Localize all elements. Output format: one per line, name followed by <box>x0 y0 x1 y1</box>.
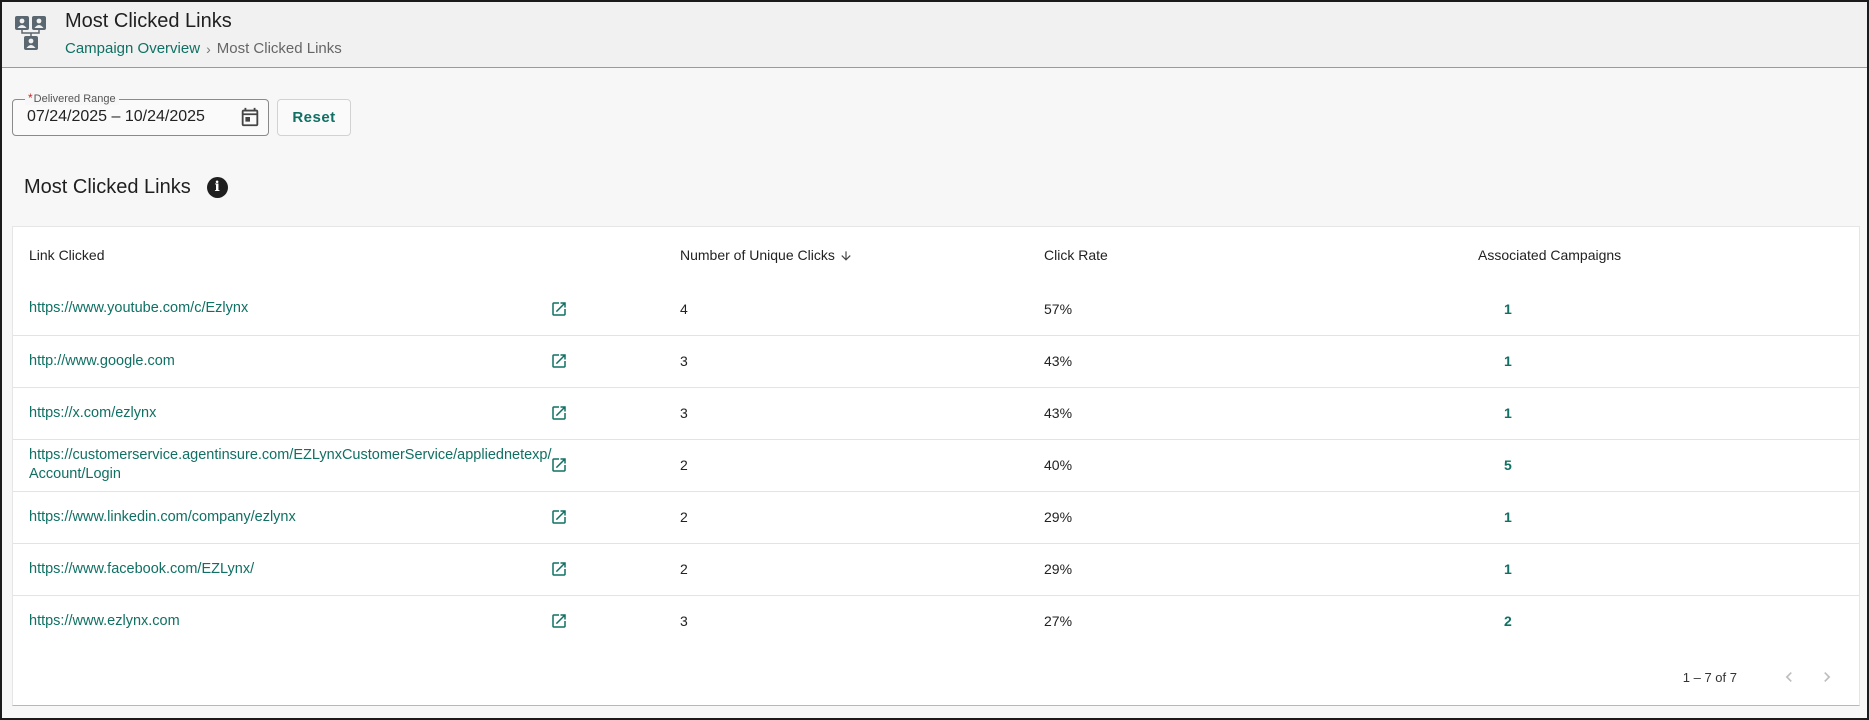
table-body: https://www.youtube.com/c/Ezlynx 4 57% 1 htt… <box>13 283 1859 647</box>
unique-clicks-cell: 3 <box>680 386 1044 439</box>
unique-clicks-cell: 4 <box>680 300 688 317</box>
open-in-new-icon[interactable] <box>550 300 568 318</box>
column-header-campaigns: Associated Campaigns <box>1478 247 1622 263</box>
open-link-cell <box>550 594 680 647</box>
link-url[interactable]: http://www.google.com <box>29 352 550 371</box>
table-row: https://www.youtube.com/c/Ezlynx 4 57% 1 <box>13 283 1859 335</box>
open-link-cell <box>550 283 680 335</box>
open-link-cell <box>550 438 680 491</box>
link-cell: https://www.youtube.com/c/Ezlynx <box>13 283 550 335</box>
campaigns-cell: 1 <box>1478 542 1859 595</box>
delivered-range-value[interactable]: 07/24/2025 – 10/24/2025 <box>27 108 205 126</box>
link-url[interactable]: https://www.youtube.com/c/Ezlynx <box>29 299 550 318</box>
click-rate-cell: 43% <box>1044 386 1478 439</box>
link-cell: https://customerservice.agentinsure.com/… <box>13 438 552 491</box>
app-frame: Most Clicked Links Campaign Overview › M… <box>0 0 1869 720</box>
open-in-new-icon[interactable] <box>550 612 568 630</box>
table-row: https://www.facebook.com/EZLynx/2 29% 1 <box>13 542 1859 595</box>
unique-clicks-cell: 2 <box>680 438 1044 491</box>
table-row: http://www.google.com 3 43% 1 <box>13 334 1859 387</box>
click-rate-cell: 29% <box>1044 542 1478 595</box>
click-rate-cell: 27% <box>1044 594 1478 647</box>
unique-clicks-cell: 3 <box>680 594 1044 647</box>
campaigns-cell: 1 <box>1478 490 1859 543</box>
table-row: https://www.linkedin.com/company/ezlynx 2… <box>13 490 1859 543</box>
link-cell: https://www.ezlynx.com <box>13 594 550 647</box>
required-marker: * <box>28 91 33 105</box>
open-in-new-icon[interactable] <box>550 456 568 474</box>
open-link-cell <box>550 334 680 387</box>
open-in-new-icon[interactable] <box>550 404 568 422</box>
click-rate-cell: 40% <box>1044 438 1478 491</box>
unique-clicks-cell: 2 <box>680 490 1044 543</box>
associated-campaigns-link[interactable]: 1 <box>1478 509 1859 525</box>
column-header-spacer <box>550 227 680 283</box>
associated-campaigns-link[interactable]: 1 <box>1478 561 1859 577</box>
table-row: https://x.com/ezlynx 3 43% 1 <box>13 386 1859 439</box>
link-cell: https://www.linkedin.com/company/ezlynx <box>13 490 550 543</box>
associated-campaigns-link[interactable]: 1 <box>1478 405 1859 421</box>
chevron-right-icon[interactable] <box>1817 667 1837 687</box>
campaigns-cell: 1 <box>1478 334 1859 387</box>
arrow-down-icon[interactable] <box>839 249 853 263</box>
unique-clicks-cell: 3 <box>680 334 1044 387</box>
open-in-new-icon[interactable] <box>550 560 568 578</box>
associated-campaigns-link[interactable]: 2 <box>1478 613 1859 629</box>
reset-button[interactable]: Reset <box>277 99 351 136</box>
delivered-range-label: *Delivered Range <box>25 91 119 105</box>
table-row: https://customerservice.agentinsure.com/… <box>13 438 1859 491</box>
links-table: Link Clicked Number of Unique Clicks Cli… <box>13 227 1859 647</box>
open-link-cell <box>550 386 680 439</box>
table-header-row: Link Clicked Number of Unique Clicks Cli… <box>13 227 1859 283</box>
unique-clicks-cell: 2 <box>680 542 1044 595</box>
column-header-clicks[interactable]: Number of Unique Clicks <box>680 227 1044 283</box>
link-cell: http://www.google.com <box>13 334 550 387</box>
link-cell: https://www.facebook.com/EZLynx/ <box>13 542 550 595</box>
column-header-rate: Click Rate <box>1044 247 1108 263</box>
section-title: Most Clicked Links <box>24 176 191 198</box>
breadcrumb: Campaign Overview › Most Clicked Links <box>65 40 342 57</box>
associated-campaigns-link[interactable]: 1 <box>1478 353 1859 369</box>
paginator-range: 1 – 7 of 7 <box>1682 669 1737 685</box>
info-icon[interactable]: i <box>206 177 228 198</box>
table-row: https://www.ezlynx.com 3 27% 2 <box>13 594 1859 647</box>
link-url[interactable]: https://www.facebook.com/EZLynx/ <box>29 560 550 579</box>
chevron-left-icon[interactable] <box>1779 667 1799 687</box>
link-url[interactable]: https://www.linkedin.com/company/ezlynx <box>29 508 550 527</box>
click-rate-cell: 43% <box>1044 334 1478 387</box>
breadcrumb-current: Most Clicked Links <box>216 40 342 57</box>
contacts-network-icon <box>15 16 46 50</box>
breadcrumb-campaign-overview[interactable]: Campaign Overview <box>65 40 200 57</box>
link-url[interactable]: https://www.ezlynx.com <box>29 612 550 631</box>
open-link-cell <box>550 542 680 595</box>
open-in-new-icon[interactable] <box>550 352 568 370</box>
page-header: Most Clicked Links Campaign Overview › M… <box>2 2 1867 68</box>
campaigns-cell: 1 <box>1478 386 1859 439</box>
click-rate-cell: 29% <box>1044 490 1478 543</box>
link-cell: https://x.com/ezlynx <box>13 386 550 439</box>
open-link-cell <box>550 490 680 543</box>
filter-bar: *Delivered Range 07/24/2025 – 10/24/2025… <box>12 91 351 136</box>
column-header-link: Link Clicked <box>29 247 105 263</box>
link-url[interactable]: https://customerservice.agentinsure.com/… <box>29 446 552 484</box>
campaigns-cell: 2 <box>1478 594 1859 647</box>
campaigns-cell: 1 <box>1478 283 1859 335</box>
delivered-range-field[interactable]: *Delivered Range 07/24/2025 – 10/24/2025 <box>12 91 269 136</box>
calendar-icon[interactable] <box>239 106 261 128</box>
section-heading: Most Clicked Links i <box>24 176 228 199</box>
chevron-right-icon: › <box>206 40 211 57</box>
click-rate-cell: 57% <box>1044 300 1073 317</box>
page-title: Most Clicked Links <box>65 10 232 32</box>
associated-campaigns-link[interactable]: 5 <box>1478 457 1859 473</box>
links-table-card: Link Clicked Number of Unique Clicks Cli… <box>12 226 1860 706</box>
associated-campaigns-link[interactable]: 1 <box>1478 301 1859 317</box>
paginator: 1 – 7 of 7 <box>13 649 1859 705</box>
campaigns-cell: 5 <box>1478 438 1859 491</box>
open-in-new-icon[interactable] <box>550 508 568 526</box>
link-url[interactable]: https://x.com/ezlynx <box>29 404 550 423</box>
